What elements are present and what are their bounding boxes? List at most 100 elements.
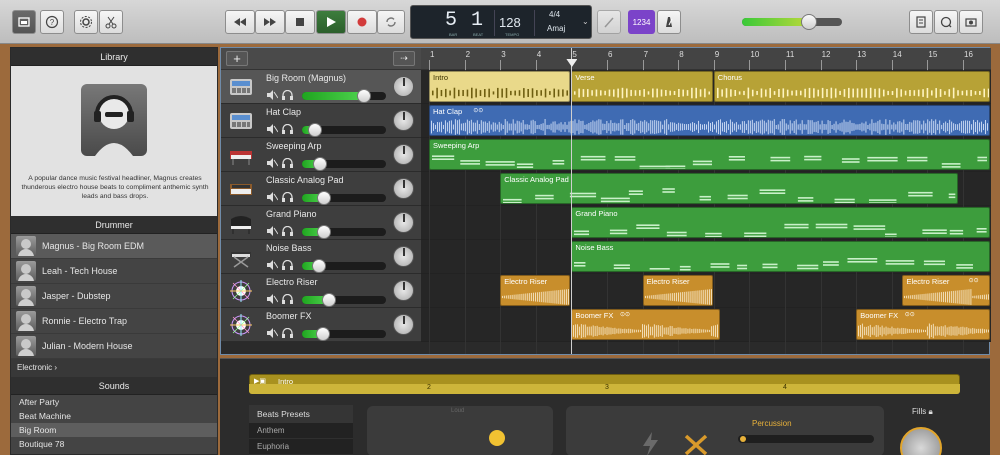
pan-knob[interactable] <box>393 212 414 233</box>
pan-knob[interactable] <box>393 314 414 335</box>
catch-playhead-button[interactable]: ⇢ <box>393 51 415 66</box>
region[interactable]: Grand Piano <box>571 207 990 238</box>
xy-pad-puck[interactable] <box>489 430 505 446</box>
track-volume-slider[interactable] <box>302 330 386 338</box>
pan-knob[interactable] <box>393 280 414 301</box>
percussion-slider[interactable] <box>738 435 874 443</box>
pan-knob[interactable] <box>393 76 414 97</box>
region[interactable]: Classic Analog Pad <box>500 173 959 204</box>
lcd-display[interactable]: 5 1 BAR BEAT 128 TEMPO 4/4 Amaj ⌄ <box>410 5 592 39</box>
track-volume-knob[interactable] <box>316 327 330 341</box>
lightning-icon[interactable] <box>640 432 662 455</box>
mute-icon[interactable] <box>267 192 279 202</box>
master-volume-slider[interactable] <box>742 18 842 26</box>
drummer-item[interactable]: Magnus - Big Room EDM <box>11 234 217 259</box>
track-volume-slider[interactable] <box>302 194 386 202</box>
headphones-icon[interactable] <box>282 157 293 168</box>
track-header[interactable]: Boomer FX <box>221 308 421 342</box>
pan-knob[interactable] <box>393 144 414 165</box>
region[interactable]: Hat Clap ⊙⊙ <box>429 105 990 136</box>
headphones-icon[interactable] <box>282 293 293 304</box>
region[interactable]: Noise Bass <box>571 241 990 272</box>
add-track-button[interactable]: + <box>226 51 248 66</box>
sound-item[interactable]: Boutique 78 <box>11 437 217 451</box>
headphones-icon[interactable] <box>282 225 293 236</box>
library-button[interactable] <box>12 10 36 34</box>
playhead[interactable] <box>571 48 573 354</box>
cycle-button[interactable] <box>377 10 405 34</box>
track-header[interactable]: Sweeping Arp <box>221 138 421 172</box>
track-volume-slider[interactable] <box>302 228 386 236</box>
xy-pad[interactable]: Loud <box>367 406 553 455</box>
region[interactable]: Intro <box>429 71 571 102</box>
sound-item[interactable]: Big Room <box>11 423 217 437</box>
editor-ruler[interactable]: 2 3 4 <box>249 384 960 394</box>
smart-controls-button[interactable] <box>74 10 98 34</box>
track-volume-knob[interactable] <box>307 123 322 137</box>
count-in-button[interactable]: 1234 <box>628 10 655 34</box>
drumsticks-icon[interactable] <box>684 434 708 455</box>
sound-item[interactable]: Beat Machine <box>11 409 217 423</box>
track-header[interactable]: Noise Bass <box>221 240 421 274</box>
region[interactable]: Electro Riser <box>500 275 571 306</box>
master-volume-knob[interactable] <box>801 14 817 30</box>
mute-icon[interactable] <box>267 294 279 304</box>
headphones-icon[interactable] <box>282 89 293 100</box>
drummer-item[interactable]: Jasper - Dubstep <box>11 284 217 309</box>
region[interactable]: Verse <box>571 71 713 102</box>
headphones-icon[interactable] <box>282 259 293 270</box>
mute-icon[interactable] <box>267 226 279 236</box>
sound-item[interactable]: After Party <box>11 395 217 409</box>
drummer-item[interactable]: Leah - Tech House <box>11 259 217 284</box>
fast-forward-button[interactable] <box>255 10 285 34</box>
track-volume-knob[interactable] <box>312 157 327 171</box>
track-volume-knob[interactable] <box>357 89 372 103</box>
metronome-button[interactable] <box>657 10 681 34</box>
loop-browser-button[interactable] <box>934 10 958 34</box>
record-button[interactable] <box>347 10 377 34</box>
play-button[interactable] <box>316 10 346 34</box>
mute-icon[interactable] <box>267 124 279 134</box>
drummer-item[interactable]: Julian - Modern House <box>11 334 217 359</box>
mute-icon[interactable] <box>267 328 279 338</box>
mute-icon[interactable] <box>267 90 279 100</box>
track-header[interactable]: Hat Clap <box>221 104 421 138</box>
pan-knob[interactable] <box>393 110 414 131</box>
region[interactable]: Boomer FX ⊙⊙ <box>571 309 720 340</box>
beat-preset-item[interactable]: Anthem <box>249 423 353 439</box>
pan-knob[interactable] <box>393 178 414 199</box>
pan-knob[interactable] <box>393 246 414 267</box>
percussion-slider-handle[interactable] <box>740 436 746 442</box>
track-header[interactable]: Big Room (Magnus) <box>221 70 421 104</box>
headphones-icon[interactable] <box>282 327 293 338</box>
quick-help-button[interactable]: ? <box>40 10 64 34</box>
track-volume-slider[interactable] <box>302 296 386 304</box>
track-volume-knob[interactable] <box>321 293 336 307</box>
tuner-button[interactable] <box>597 10 621 34</box>
mute-icon[interactable] <box>267 158 279 168</box>
region[interactable]: Sweeping Arp <box>429 139 990 170</box>
media-browser-button[interactable] <box>959 10 983 34</box>
track-header[interactable]: Grand Piano <box>221 206 421 240</box>
rewind-button[interactable] <box>225 10 255 34</box>
headphones-icon[interactable] <box>282 191 293 202</box>
stop-button[interactable] <box>285 10 315 34</box>
headphones-icon[interactable] <box>282 123 293 134</box>
track-volume-knob[interactable] <box>316 225 331 239</box>
genre-selector[interactable]: Electronic › <box>11 359 217 377</box>
region[interactable]: Boomer FX ⊙⊙ <box>856 309 990 340</box>
track-header[interactable]: Classic Analog Pad <box>221 172 421 206</box>
timeline[interactable]: 1 2 3 4 5 6 7 8 9 10 11 12 13 14 15 16 Intro Verse Chorus… <box>421 48 991 354</box>
fills-knob[interactable] <box>900 427 942 455</box>
chevron-down-icon[interactable]: ⌄ <box>582 17 589 26</box>
bar-ruler[interactable]: 1 2 3 4 5 6 7 8 9 10 11 12 13 14 15 16 <box>421 48 991 70</box>
beat-preset-item[interactable]: Euphoria <box>249 439 353 455</box>
editors-button[interactable] <box>99 10 123 34</box>
drummer-item[interactable]: Ronnie - Electro Trap <box>11 309 217 334</box>
track-volume-knob[interactable] <box>316 191 331 205</box>
region[interactable]: Electro Riser <box>642 275 713 306</box>
track-volume-knob[interactable] <box>311 259 326 273</box>
region[interactable]: Chorus <box>713 71 990 102</box>
lock-icon[interactable]: 🔒︎ <box>928 407 932 416</box>
track-volume-slider[interactable] <box>302 92 386 100</box>
